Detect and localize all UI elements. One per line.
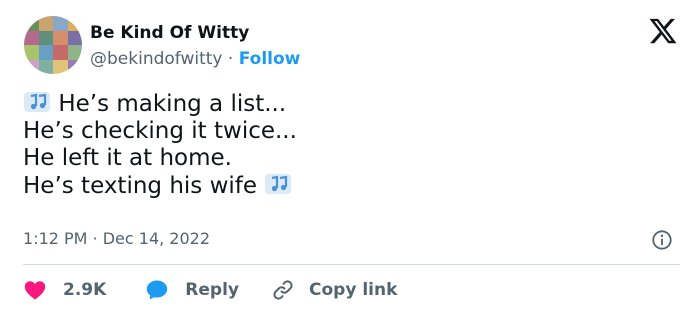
tweet-line-3: He left it at home. [23,145,232,171]
link-icon [273,280,293,300]
speech-bubble-icon [147,280,168,300]
tweet-timestamp[interactable]: 1:12 PM · Dec 14, 2022 [23,229,210,248]
action-bar: 2.9K Reply Copy link [23,276,397,304]
tweet-text: He’s making a list... He’s checking it t… [23,90,297,200]
copy-link-button[interactable]: Copy link [271,278,397,302]
tweet-line-1-text: He’s making a list... [58,91,287,117]
handle-row: @bekindofwitty · Follow [90,48,300,70]
tweet-line-2: He’s checking it twice... [23,118,297,144]
author-info: Be Kind Of Witty @bekindofwitty · Follow [90,22,300,70]
like-button[interactable]: 2.9K [23,278,106,302]
x-logo-icon[interactable] [648,16,678,46]
musical-notes-icon [24,92,50,112]
follow-button[interactable]: Follow [239,49,301,69]
copy-link-label: Copy link [309,280,398,300]
separator: · [222,49,239,69]
info-icon[interactable] [651,229,673,251]
heart-icon [24,281,46,300]
avatar[interactable] [24,16,82,74]
tweet-line-4: He’s texting his wife [23,172,297,200]
author-handle[interactable]: @bekindofwitty [90,49,223,69]
tweet-line-4-text: He’s texting his wife [23,173,258,199]
reply-button[interactable]: Reply [145,278,239,302]
tweet-card: Be Kind Of Witty @bekindofwitty · Follow… [0,0,700,317]
reply-label: Reply [185,280,239,300]
musical-notes-icon [265,174,292,194]
divider [23,264,680,265]
tweet-line-1: He’s making a list... [23,90,297,118]
author-name[interactable]: Be Kind Of Witty [90,22,300,44]
likes-count: 2.9K [63,280,107,300]
